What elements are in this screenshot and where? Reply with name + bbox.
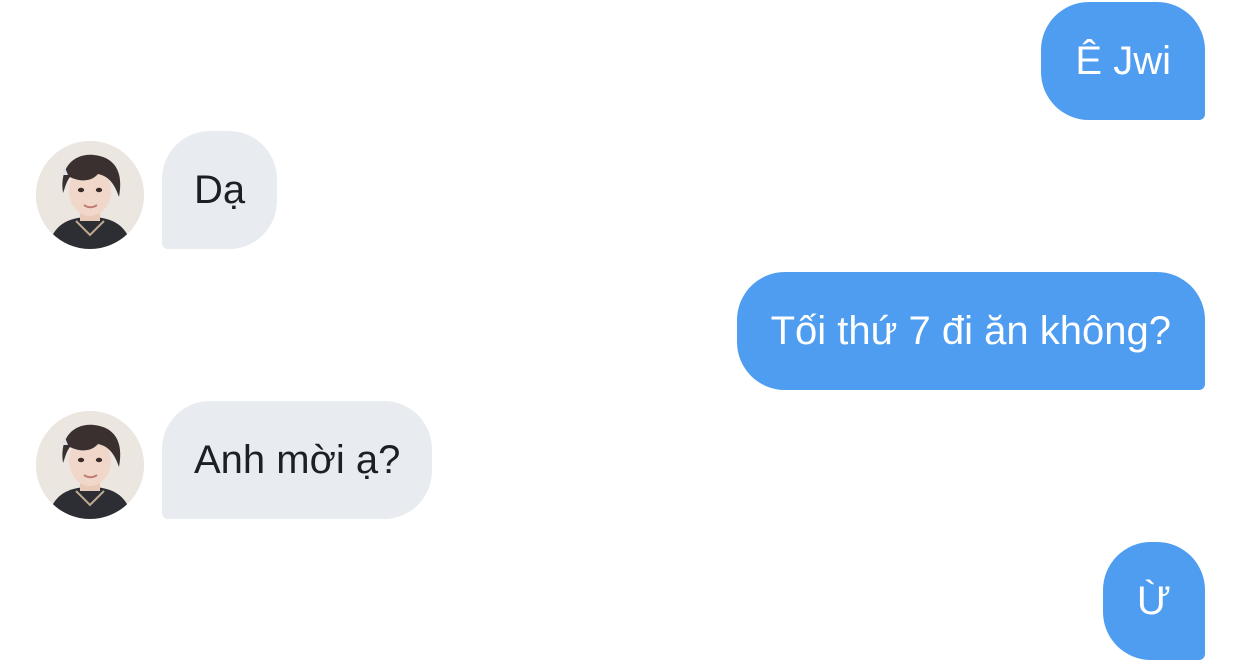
outgoing-message-bubble[interactable]: Ừ — [1102, 542, 1205, 660]
message-text: Ê Jwi — [1075, 39, 1171, 83]
contact-avatar-icon[interactable] — [36, 411, 144, 519]
message-text: Dạ — [194, 168, 246, 212]
message-row-outgoing: Ê Jwi — [0, 2, 1242, 120]
message-text: Ừ — [1136, 579, 1171, 623]
outgoing-message-bubble[interactable]: Tối thứ 7 đi ăn không? — [736, 272, 1205, 390]
message-row-outgoing: Ừ — [0, 542, 1242, 660]
message-row-incoming: Dạ — [0, 131, 1242, 249]
incoming-message-bubble[interactable]: Anh mời ạ? — [162, 401, 433, 519]
message-text: Anh mời ạ? — [194, 438, 401, 482]
incoming-message-bubble[interactable]: Dạ — [162, 131, 278, 249]
message-row-incoming: Anh mời ạ? — [0, 401, 1242, 519]
message-row-outgoing: Tối thứ 7 đi ăn không? — [0, 272, 1242, 390]
message-text: Tối thứ 7 đi ăn không? — [770, 309, 1171, 353]
contact-avatar-icon[interactable] — [36, 141, 144, 249]
outgoing-message-bubble[interactable]: Ê Jwi — [1041, 2, 1205, 120]
message-thread: Ê Jwi Dạ Tối thứ 7 đi ăn không? Anh mời … — [0, 0, 1242, 666]
